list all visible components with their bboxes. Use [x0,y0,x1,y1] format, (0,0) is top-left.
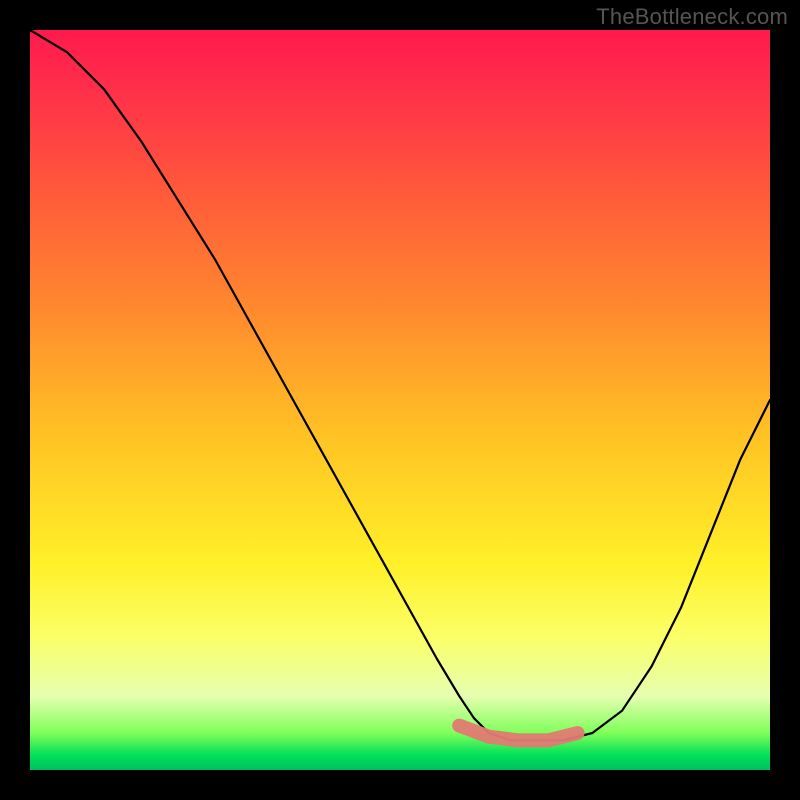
optimal-region-marker [459,726,577,741]
watermark-text: TheBottleneck.com [596,4,788,30]
chart-frame: TheBottleneck.com [0,0,800,800]
plot-area [30,30,770,770]
bottleneck-curve [30,30,770,740]
chart-svg [30,30,770,770]
